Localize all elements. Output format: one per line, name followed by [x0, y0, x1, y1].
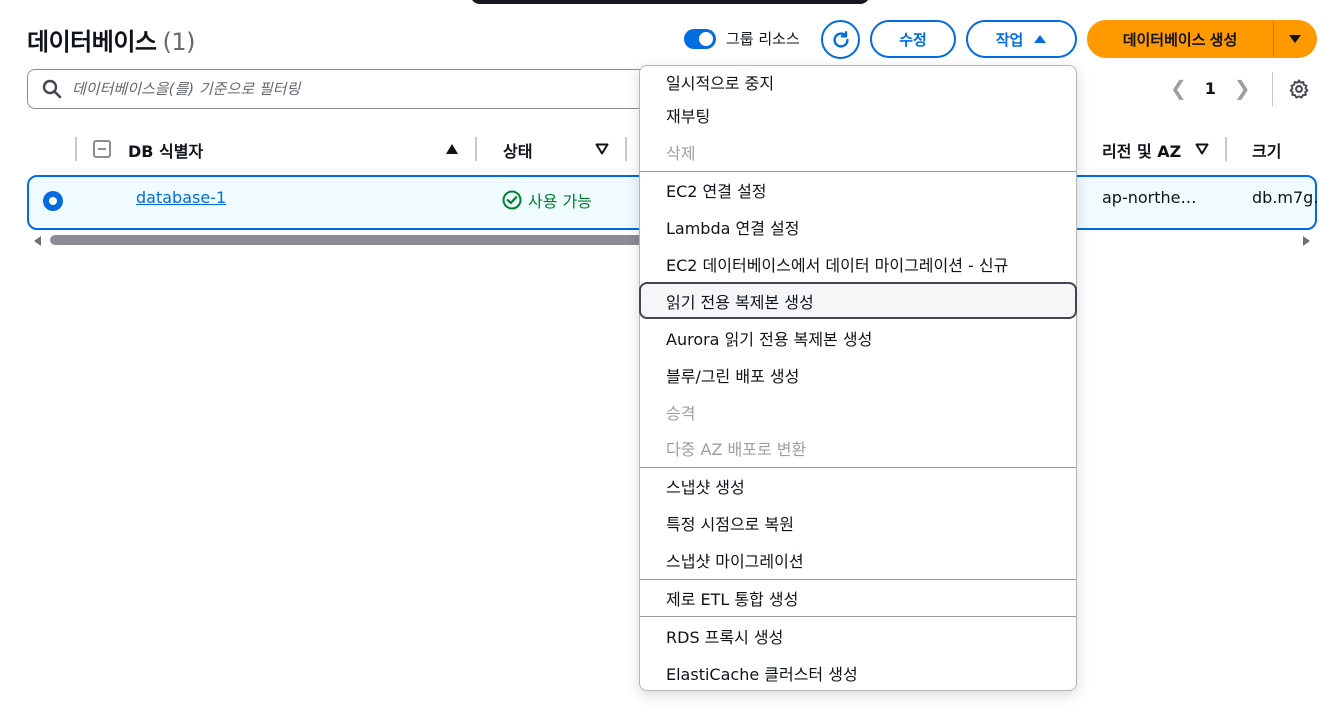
scroll-right-arrow-icon[interactable] [1303, 236, 1310, 246]
toggle-switch[interactable] [684, 28, 716, 49]
create-database-dropdown-button[interactable] [1273, 20, 1317, 58]
top-tab-remnant [470, 0, 870, 4]
resource-count: (1) [162, 28, 195, 56]
column-header-size[interactable]: 크기 [1252, 138, 1281, 162]
size-cell: db.m7g. [1252, 188, 1317, 207]
region-cell: ap-northe… [1102, 188, 1197, 207]
db-identifier-link[interactable]: database-1 [136, 188, 226, 207]
filter-search[interactable] [27, 69, 667, 109]
menu-item-create-read-replica[interactable]: 읽기 전용 복제본 생성 [639, 282, 1077, 320]
menu-item-migrate-snapshot[interactable]: 스냅샷 마이그레이션 [640, 542, 1076, 579]
select-all-checkbox[interactable] [93, 140, 111, 158]
create-database-button[interactable]: 데이터베이스 생성 [1087, 20, 1273, 58]
column-header-status[interactable]: 상태 [503, 138, 532, 162]
prev-page-icon[interactable]: ❮ [1170, 76, 1187, 100]
menu-item-convert-multi-az[interactable]: 다중 AZ 배포로 변환 [640, 430, 1076, 467]
actions-dropdown-menu: 일시적으로 중지 재부팅 삭제 EC2 연결 설정 Lambda 연결 설정 E… [639, 65, 1077, 691]
actions-label: 작업 [995, 31, 1024, 49]
pager-divider [1272, 72, 1273, 106]
status-cell: 사용 가능 [502, 188, 592, 212]
indeterminate-mark [98, 148, 106, 150]
menu-item-promote[interactable]: 승격 [640, 393, 1076, 430]
gear-icon [1289, 79, 1309, 99]
success-check-icon [502, 190, 522, 210]
group-resources-toggle[interactable]: 그룹 리소스 [684, 28, 800, 49]
column-separator [75, 137, 77, 161]
actions-button[interactable]: 작업 [966, 20, 1077, 58]
menu-item-lambda-connection[interactable]: Lambda 연결 설정 [640, 209, 1076, 246]
page-title-text: 데이터베이스 [27, 28, 157, 56]
menu-item-stop-temporarily[interactable]: 일시적으로 중지 [640, 66, 1076, 97]
refresh-button[interactable] [821, 20, 860, 59]
column-separator [1225, 137, 1227, 161]
column-header-label: 상태 [503, 142, 533, 161]
toggle-label: 그룹 리소스 [726, 30, 800, 48]
menu-item-migrate-from-ec2[interactable]: EC2 데이터베이스에서 데이터 마이그레이션 - 신규 [640, 246, 1076, 283]
column-header-label: 리전 및 AZ [1102, 142, 1182, 161]
menu-item-restore-point-in-time[interactable]: 특정 시점으로 복원 [640, 505, 1076, 542]
menu-item-reboot[interactable]: 재부팅 [640, 97, 1076, 134]
column-header-label: 크기 [1252, 142, 1282, 161]
menu-item-create-rds-proxy[interactable]: RDS 프록시 생성 [640, 617, 1076, 654]
menu-item-create-blue-green[interactable]: 블루/그린 배포 생성 [640, 356, 1076, 393]
menu-item-delete[interactable]: 삭제 [640, 134, 1076, 171]
sort-ascending-icon[interactable] [445, 143, 459, 155]
menu-item-create-elasticache[interactable]: ElastiCache 클러스터 생성 [640, 654, 1076, 691]
menu-item-create-zero-etl[interactable]: 제로 ETL 통합 생성 [640, 580, 1076, 617]
edit-button[interactable]: 수정 [870, 20, 956, 58]
refresh-icon [832, 30, 849, 48]
column-separator [475, 137, 477, 161]
caret-down-icon [1288, 35, 1301, 43]
menu-item-create-aurora-read-replica[interactable]: Aurora 읽기 전용 복제본 생성 [640, 319, 1076, 356]
column-header-label: DB 식별자 [128, 142, 204, 161]
scroll-left-arrow-icon[interactable] [34, 236, 41, 246]
status-text: 사용 가능 [528, 192, 592, 211]
next-page-icon[interactable]: ❯ [1234, 76, 1251, 100]
current-page[interactable]: 1 [1205, 79, 1216, 98]
sort-descending-icon[interactable] [595, 143, 609, 155]
row-select-radio[interactable] [43, 191, 63, 211]
column-header-db-id[interactable]: DB 식별자 [128, 138, 203, 162]
pagination: ❮ 1 ❯ [1170, 76, 1251, 100]
menu-item-ec2-connection[interactable]: EC2 연결 설정 [640, 172, 1076, 209]
column-separator [625, 137, 627, 161]
caret-up-icon [1034, 35, 1047, 43]
column-header-region[interactable]: 리전 및 AZ [1102, 138, 1181, 162]
search-icon [42, 79, 62, 99]
toggle-knob [699, 31, 713, 46]
page-title: 데이터베이스 (1) [27, 22, 195, 57]
menu-item-create-snapshot[interactable]: 스냅샷 생성 [640, 468, 1076, 505]
scrollbar-thumb[interactable] [50, 235, 648, 245]
settings-button[interactable] [1288, 78, 1310, 104]
sort-descending-icon[interactable] [1195, 143, 1209, 155]
search-input[interactable] [72, 80, 632, 98]
